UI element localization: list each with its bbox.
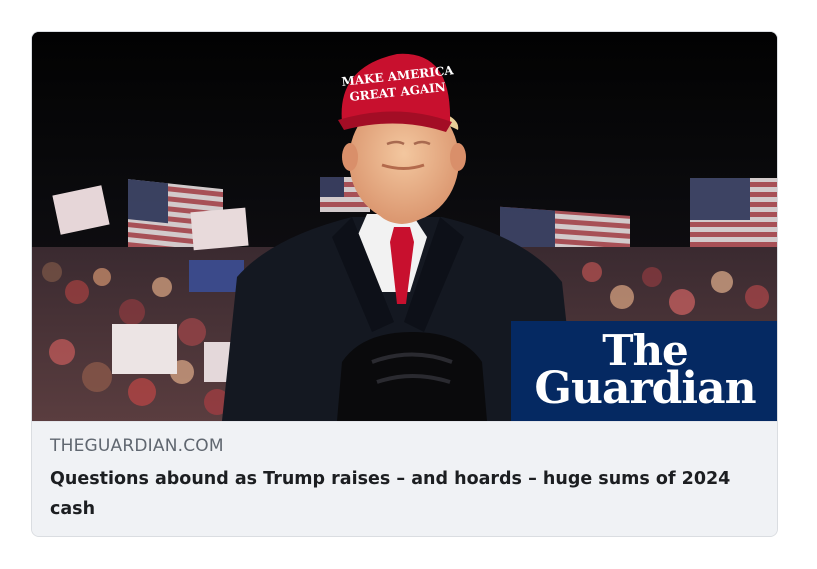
preview-caption[interactable]: THEGUARDIAN.COM Questions abound as Trum… [32, 421, 777, 536]
guardian-logo: The Guardian [511, 321, 777, 421]
preview-image[interactable]: MAKE AMERICA GREAT AGAIN The Guardian [32, 32, 777, 421]
link-domain: THEGUARDIAN.COM [50, 436, 224, 456]
link-preview-card[interactable]: MAKE AMERICA GREAT AGAIN The Guardian TH… [31, 31, 778, 537]
guardian-logo-line2: Guardian [534, 363, 756, 414]
link-headline[interactable]: Questions abound as Trump raises – and h… [50, 464, 762, 524]
